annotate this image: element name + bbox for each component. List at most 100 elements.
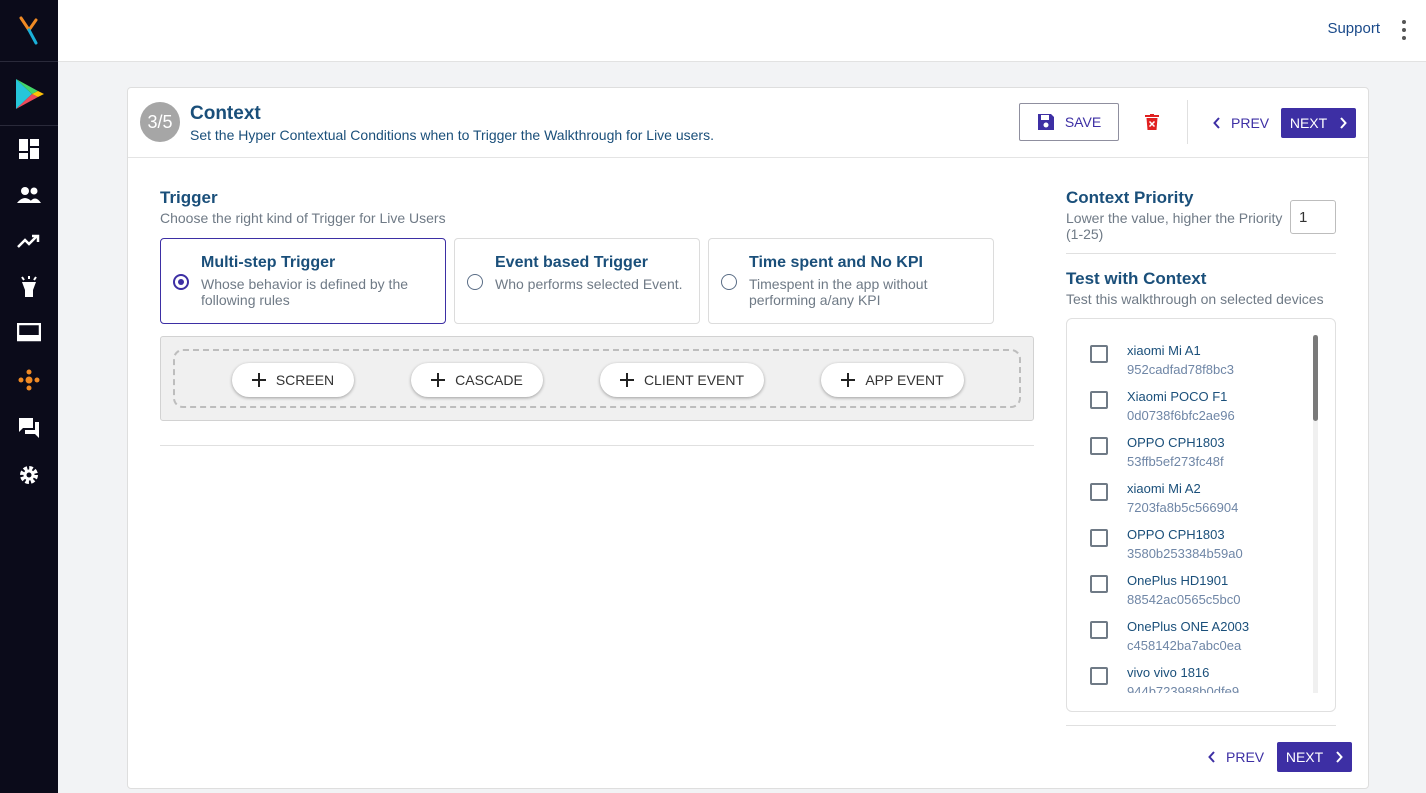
save-icon (1037, 114, 1054, 130)
chevron-right-icon (1336, 751, 1344, 763)
context-priority-subtitle: Lower the value, higher the Priority (1-… (1066, 210, 1283, 242)
sidebar-item-analytics[interactable] (0, 221, 58, 261)
device-checkbox[interactable] (1090, 483, 1108, 501)
list-item[interactable]: Xiaomi POCO F1 0d0738f6bfc2ae96 (1067, 381, 1317, 427)
device-checkbox[interactable] (1090, 391, 1108, 409)
list-item[interactable]: vivo vivo 1816 944b723988b0dfe9 (1067, 657, 1317, 693)
trash-icon (1145, 114, 1159, 130)
list-item[interactable]: xiaomi Mi A1 952cadfad78f8bc3 (1067, 335, 1317, 381)
add-screen-label: SCREEN (275, 372, 335, 388)
plus-icon (431, 373, 446, 387)
list-item[interactable]: xiaomi Mi A2 7203fa8b5c566904 (1067, 473, 1317, 519)
dashboard-icon (19, 139, 39, 159)
trigger-option-desc: Who performs selected Event. (495, 276, 683, 292)
nudge-icon (21, 276, 37, 297)
device-id: 3580b253384b59a0 (1127, 546, 1243, 561)
trigger-option-multi-step[interactable]: Multi-step Trigger Whose behavior is def… (160, 238, 446, 324)
device-checkbox[interactable] (1090, 529, 1108, 547)
tv-icon (17, 323, 41, 342)
device-name: Xiaomi POCO F1 (1127, 389, 1228, 404)
trigger-option-title: Multi-step Trigger (201, 254, 336, 271)
sidebar-item-settings[interactable] (0, 455, 58, 495)
trigger-option-time-spent[interactable]: Time spent and No KPI Timespent in the a… (708, 238, 994, 324)
play-store-icon (16, 78, 44, 109)
add-app-event-button[interactable]: APP EVENT (821, 363, 964, 397)
card-header: 3/5 Context Set the Hyper Contextual Con… (128, 88, 1368, 158)
step-badge: 3/5 (140, 102, 180, 142)
sidebar-item-nudges[interactable] (0, 267, 58, 307)
prev-button[interactable]: PREV (1213, 108, 1269, 138)
device-checkbox[interactable] (1090, 667, 1108, 685)
right-divider (1066, 253, 1336, 254)
chevron-right-icon (1340, 117, 1348, 129)
device-id: 944b723988b0dfe9 (1127, 684, 1240, 693)
next-button[interactable]: NEXT (1281, 108, 1356, 138)
trigger-option-desc: Timespent in the app without performing … (749, 276, 928, 308)
device-id: c458142ba7abc0ea (1127, 638, 1242, 653)
list-item[interactable]: OPPO CPH1803 3580b253384b59a0 (1067, 519, 1317, 565)
trigger-title: Trigger (160, 188, 218, 207)
trigger-option-title: Event based Trigger (495, 254, 648, 271)
support-link[interactable]: Support (1327, 20, 1380, 37)
sidebar-item-users[interactable] (0, 175, 58, 215)
feedback-icon (19, 418, 39, 438)
next-button-label: NEXT (1289, 115, 1328, 131)
device-name: vivo vivo 1816 (1127, 665, 1210, 680)
device-id: 88542ac0565c5bc0 (1127, 592, 1241, 607)
trigger-option-event-based[interactable]: Event based Trigger Who performs selecte… (454, 238, 700, 324)
chevron-left-icon (1208, 751, 1215, 763)
page-subtitle: Set the Hyper Contextual Conditions when… (190, 127, 714, 143)
device-list[interactable]: xiaomi Mi A1 952cadfad78f8bc3 Xiaomi POC… (1067, 335, 1317, 693)
sidebar (0, 0, 58, 793)
more-options-icon[interactable] (1396, 20, 1412, 40)
device-name: OPPO CPH1803 (1127, 527, 1225, 542)
sidebar-item-network[interactable] (0, 360, 58, 400)
device-checkbox[interactable] (1090, 621, 1108, 639)
footer-next-label: NEXT (1285, 749, 1324, 765)
list-item[interactable]: OnePlus ONE A2003 c458142ba7abc0ea (1067, 611, 1317, 657)
sidebar-item-feedback[interactable] (0, 408, 58, 448)
delete-button[interactable] (1142, 112, 1162, 132)
device-name: xiaomi Mi A1 (1127, 343, 1201, 358)
device-checkbox[interactable] (1090, 345, 1108, 363)
section-divider (160, 445, 1034, 446)
add-client-event-label: CLIENT EVENT (643, 372, 745, 388)
test-context-subtitle: Test this walkthrough on selected device… (1066, 291, 1324, 307)
device-name: xiaomi Mi A2 (1127, 481, 1201, 496)
analytics-icon (17, 234, 40, 248)
radio-event-based[interactable] (467, 274, 483, 290)
priority-input[interactable] (1290, 200, 1336, 234)
sidebar-item-media[interactable] (0, 313, 58, 353)
plus-icon (841, 373, 856, 387)
add-app-event-label: APP EVENT (865, 372, 944, 388)
add-client-event-button[interactable]: CLIENT EVENT (600, 363, 764, 397)
sidebar-item-dashboard[interactable] (0, 129, 58, 169)
device-checkbox[interactable] (1090, 437, 1108, 455)
users-icon (17, 187, 41, 203)
footer-prev-button[interactable]: PREV (1208, 742, 1264, 772)
list-item[interactable]: OPPO CPH1803 53ffb5ef273fc48f (1067, 427, 1317, 473)
gear-icon (20, 466, 38, 484)
app-logo[interactable] (0, 0, 58, 62)
scrollbar-thumb[interactable] (1313, 335, 1318, 421)
footer-next-button[interactable]: NEXT (1277, 742, 1352, 772)
device-name: OnePlus HD1901 (1127, 573, 1229, 588)
add-cascade-button[interactable]: CASCADE (411, 363, 543, 397)
logo-icon (19, 16, 38, 44)
play-store-app-icon[interactable] (0, 62, 58, 126)
trigger-option-title: Time spent and No KPI (749, 254, 923, 271)
list-item[interactable]: OnePlus HD1901 88542ac0565c5bc0 (1067, 565, 1317, 611)
context-priority-title: Context Priority (1066, 188, 1194, 207)
top-bar: Support (58, 0, 1426, 62)
add-screen-button[interactable]: SCREEN (232, 363, 354, 397)
radio-time-spent[interactable] (721, 274, 737, 290)
device-name: OPPO CPH1803 (1127, 435, 1225, 450)
device-checkbox[interactable] (1090, 575, 1108, 593)
context-card: 3/5 Context Set the Hyper Contextual Con… (127, 87, 1369, 789)
chevron-left-icon (1213, 117, 1220, 129)
radio-multi-step[interactable] (173, 274, 189, 290)
trigger-option-desc: Whose behavior is defined by the followi… (201, 276, 409, 308)
footer-prev-label: PREV (1226, 749, 1265, 765)
save-button[interactable]: SAVE (1019, 103, 1119, 141)
device-id: 7203fa8b5c566904 (1127, 500, 1239, 515)
